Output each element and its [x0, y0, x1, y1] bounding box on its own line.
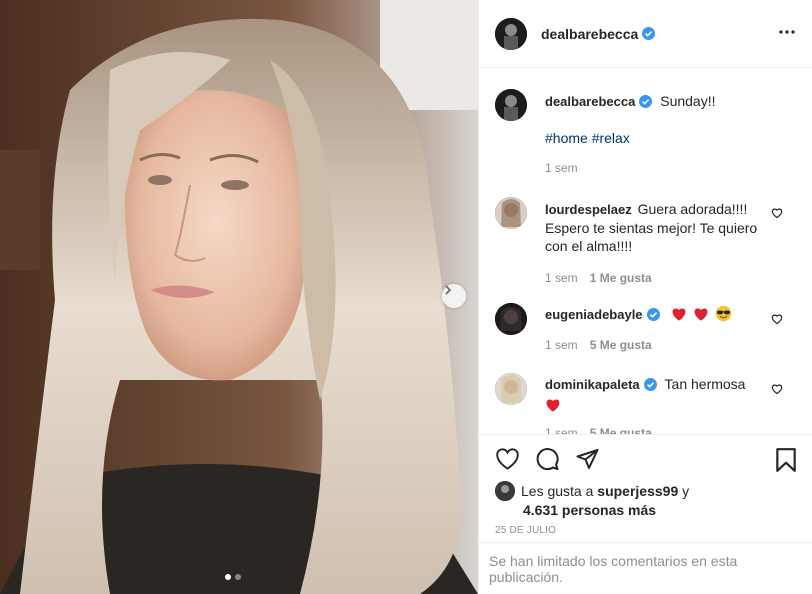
caption-hashtags[interactable]: #home #relax [545, 129, 775, 147]
caption-username[interactable]: dealbarebecca [545, 94, 635, 109]
comments-list[interactable]: dealbarebecca Sunday!! #home #relax 1 se… [479, 69, 812, 434]
avatar-image [495, 17, 527, 50]
comment-likes[interactable]: 5 Me gusta [590, 426, 652, 434]
likes-connector: y [682, 483, 690, 499]
chevron-right-icon [445, 285, 452, 295]
avatar[interactable] [495, 17, 527, 50]
verified-badge-icon [639, 95, 653, 108]
comment-icon[interactable] [535, 447, 560, 471]
share-icon[interactable] [575, 447, 600, 471]
comment-time[interactable]: 1 sem [545, 338, 578, 352]
next-slide-button[interactable] [442, 284, 466, 308]
post-header: dealbarebecca [479, 0, 812, 68]
carousel-dot-active [225, 574, 231, 580]
post-side-panel: dealbarebecca dealbarebecca Sunday!! #ho… [478, 0, 812, 594]
comment-username[interactable]: dominikapaleta [545, 377, 640, 392]
red-heart-emoji-icon [672, 308, 686, 321]
header-username[interactable]: dealbarebecca [541, 26, 638, 42]
likes-prefix: Les gusta a [521, 483, 594, 499]
portrait-image [0, 0, 478, 594]
caption-time[interactable]: 1 sem [545, 161, 578, 175]
avatar-image [495, 373, 527, 405]
red-heart-emoji-icon [546, 399, 560, 412]
likes-count[interactable]: 4.631 personas más [523, 502, 656, 518]
like-comment-heart-icon[interactable] [771, 313, 783, 325]
comment-text: Tan hermosa [664, 376, 746, 392]
comment-likes[interactable]: 1 Me gusta [590, 271, 652, 285]
sunglasses-face-emoji-icon [715, 305, 732, 322]
comment-username[interactable]: eugeniadebayle [545, 307, 643, 322]
comments-limited-text: Se han limitado los comentarios en esta … [489, 552, 738, 585]
avatar-image [495, 303, 527, 335]
verified-badge-icon [643, 378, 657, 391]
avatar-image [495, 89, 527, 121]
caption-text: Sunday!! [660, 93, 716, 109]
red-heart-emoji-icon [694, 308, 708, 321]
more-horizontal-icon[interactable] [777, 22, 797, 42]
post-photo[interactable] [0, 0, 478, 594]
avatar[interactable] [495, 303, 527, 335]
comment-row: dominikapaleta Tan hermosa 1 sem 5 Me gus… [495, 373, 797, 434]
carousel-dot [235, 574, 241, 580]
avatar[interactable] [495, 197, 527, 229]
like-comment-heart-icon[interactable] [771, 207, 783, 219]
avatar-image [495, 197, 527, 229]
caption-row: dealbarebecca Sunday!! #home #relax 1 se… [495, 89, 797, 179]
comment-username[interactable]: lourdespelaez [545, 202, 632, 217]
post-date[interactable]: 25 DE JULIO [495, 525, 556, 536]
comment-time[interactable]: 1 sem [545, 271, 578, 285]
carousel-dots [225, 574, 241, 580]
avatar-image [495, 481, 515, 501]
verified-badge-icon [646, 308, 660, 321]
like-comment-heart-icon[interactable] [771, 383, 783, 395]
comment-row: eugeniadebayle 1 sem 5 Me gusta [495, 303, 797, 353]
likes-user[interactable]: superjess99 [597, 483, 678, 499]
avatar[interactable] [495, 373, 527, 405]
avatar[interactable] [495, 481, 515, 501]
comment-likes[interactable]: 5 Me gusta [590, 338, 652, 352]
comments-limited-notice: Se han limitado los comentarios en esta … [479, 542, 812, 594]
comment-row: lourdespelaez Guera adorada!!!! Espero t… [495, 197, 797, 285]
heart-icon[interactable] [495, 447, 520, 471]
verified-badge-icon [642, 27, 656, 40]
post-actions: Les gusta a superjess99 y 4.631 personas… [479, 434, 812, 542]
likes-summary: Les gusta a superjess99 y 4.631 personas… [495, 481, 689, 520]
bookmark-icon[interactable] [775, 447, 797, 473]
avatar[interactable] [495, 89, 527, 121]
comment-time[interactable]: 1 sem [545, 426, 578, 434]
